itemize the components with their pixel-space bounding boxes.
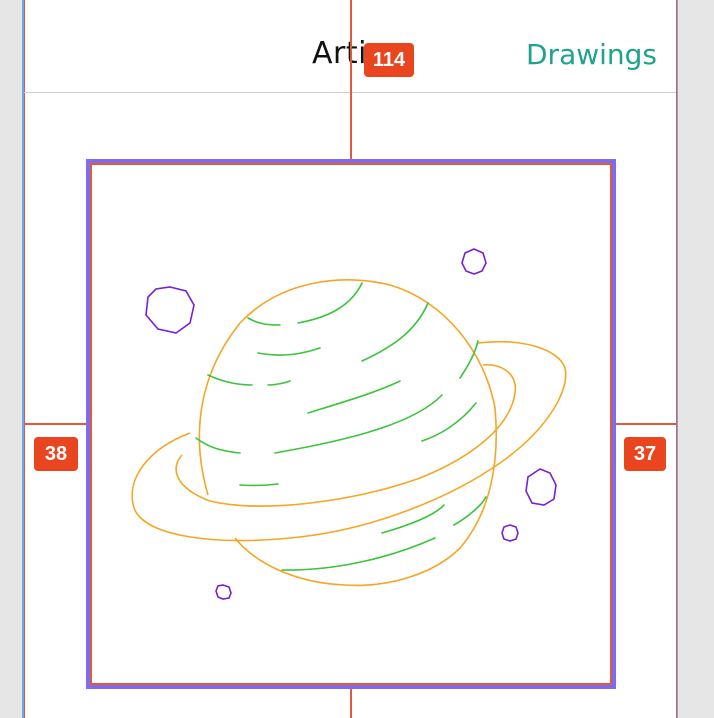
star-tiny-icon (215, 584, 232, 600)
guide-line-top (350, 0, 352, 159)
star-large-icon (145, 286, 195, 334)
measure-badge-top: 114 (364, 43, 414, 77)
page-title: Arti (312, 36, 367, 71)
guide-line-bottom (350, 689, 352, 718)
stars (145, 248, 557, 600)
planet-stripes (195, 282, 487, 571)
planet-body (131, 279, 567, 587)
measure-badge-right: 37 (624, 437, 666, 471)
star-medium-icon (525, 468, 557, 506)
drawings-link[interactable]: Drawings (526, 38, 657, 71)
star-small-icon (461, 248, 487, 275)
layout-guide-right (676, 0, 677, 718)
drawing-image[interactable] (86, 159, 616, 689)
guide-line-left (24, 423, 86, 425)
planet-drawing (131, 248, 567, 600)
star-tiny-icon (501, 524, 519, 542)
guide-line-right (616, 423, 676, 425)
measure-badge-left: 38 (34, 437, 78, 471)
layout-guide-left (24, 0, 25, 718)
